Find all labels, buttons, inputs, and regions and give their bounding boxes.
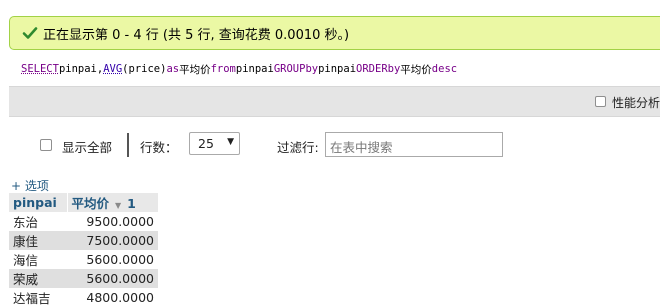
sql-text: pinpai [235, 63, 274, 75]
results-table: pinpai 平均价 ▼ 1 东治 9500.0000 康佳 7500.0000 海… [9, 193, 159, 307]
chevron-down-icon: ▼ [227, 137, 234, 147]
table-row: 达福吉 4800.0000 [9, 288, 158, 307]
table-cell: 4800.0000 [67, 288, 158, 307]
options-link[interactable]: + 选项 [11, 177, 49, 194]
sql-text: pinpai, [58, 63, 104, 75]
table-row: 东治 9500.0000 [9, 212, 158, 231]
table-cell: 东治 [9, 212, 67, 231]
profiling-label: 性能分析 [612, 96, 660, 110]
success-text: 正在显示第 0 - 4 行 (共 5 行, 查询花费 0.0010 秒。) [43, 27, 350, 43]
filter-input[interactable]: 在表中搜索 [325, 132, 503, 157]
table-cell: 5600.0000 [67, 250, 158, 269]
filter-label: 过滤行: [277, 140, 319, 155]
table-cell: 荣威 [9, 269, 67, 288]
table-row: 荣威 5600.0000 [9, 269, 158, 288]
table-cell: 达福吉 [9, 288, 67, 307]
sql-keyword: GROUP [273, 63, 306, 75]
separator [127, 133, 129, 157]
profiling-bar: 性能分析 [9, 86, 660, 117]
column-label: pinpai [13, 195, 57, 210]
table-cell: 9500.0000 [67, 212, 158, 231]
sql-keyword: ORDER [356, 63, 388, 75]
profiling-checkbox[interactable] [595, 96, 606, 107]
sql-text: pinpai [318, 63, 357, 75]
column-label: 平均价 [71, 196, 110, 211]
table-cell: 5600.0000 [67, 269, 158, 288]
sql-function[interactable]: AVG [103, 63, 122, 75]
sql-text: 平均价 [179, 63, 211, 76]
table-cell: 海信 [9, 250, 67, 269]
rows-label: 行数： [140, 140, 178, 155]
sql-keyword: from [210, 63, 236, 75]
sort-desc-icon: ▼ [115, 201, 122, 210]
navigation-row: 显示全部 行数： 25 ▼ 过滤行: 在表中搜索 [0, 128, 660, 164]
show-all-checkbox[interactable] [40, 139, 52, 151]
show-all-label[interactable]: 显示全部 [62, 137, 112, 156]
table-cell: 康佳 [9, 231, 67, 250]
success-message: 正在显示第 0 - 4 行 (共 5 行, 查询花费 0.0010 秒。) [9, 16, 660, 50]
sql-text: 平均价 [400, 63, 432, 76]
sql-keyword[interactable]: SELECT [21, 63, 59, 75]
rows-select[interactable]: 25 ▼ [189, 132, 240, 155]
sql-keyword: by [305, 63, 319, 75]
column-header-pinpai[interactable]: pinpai [9, 193, 68, 212]
sort-rank: 1 [127, 196, 136, 211]
sql-keyword: desc [431, 63, 458, 75]
table-row: 海信 5600.0000 [9, 250, 158, 269]
column-header-avg[interactable]: 平均价 ▼ 1 [67, 193, 159, 212]
sql-keyword: by [387, 63, 401, 75]
sql-keyword: as [166, 63, 180, 75]
table-row: 康佳 7500.0000 [9, 231, 158, 250]
rows-value: 25 [198, 136, 214, 151]
table-cell: 7500.0000 [67, 231, 158, 250]
sql-text: (price) [122, 63, 167, 75]
sql-query: SELECT pinpai, AVG (price) as 平均价 from pin… [9, 52, 660, 86]
check-icon [22, 27, 38, 39]
